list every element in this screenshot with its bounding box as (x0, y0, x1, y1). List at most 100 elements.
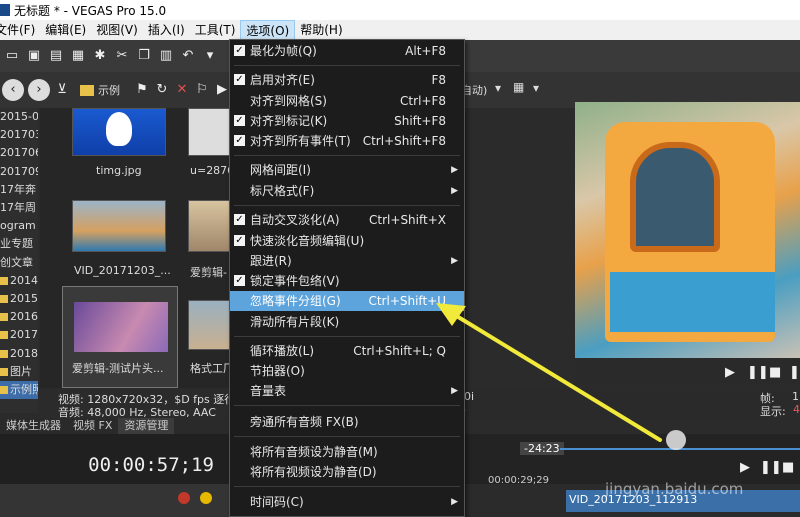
timeline-pause-icon[interactable]: ❚❚ (760, 460, 782, 475)
menu-item-enable-snapping[interactable]: ✓ 启用对齐(E) F8 (230, 70, 464, 90)
undo-dropdown-icon[interactable]: ▾ (202, 48, 218, 64)
dropdown-icon[interactable]: ▾ (495, 81, 501, 95)
menu-view[interactable]: 视图(V) (91, 20, 143, 40)
submenu-arrow-icon: ▶ (451, 497, 458, 507)
back-icon[interactable]: ‹ (2, 79, 24, 101)
window-tabs: 媒体生成器 视频 FX 资源管理 (0, 418, 230, 434)
current-folder-label: 示例 (98, 84, 120, 97)
folder-icon (80, 84, 94, 96)
menu-item-timecode[interactable]: 时间码(C) ▶ (230, 492, 464, 512)
menu-item-ignore-event-grouping[interactable]: 忽略事件分组(G) Ctrl+Shift+U (230, 291, 464, 311)
solo-icon[interactable] (200, 492, 212, 504)
preview-controls: ▶ ❚❚ ■ ❚ (575, 360, 800, 386)
loop-region-marker[interactable]: -24:23 (520, 442, 564, 455)
grid-dropdown-icon[interactable]: ▾ (533, 81, 539, 95)
delete-icon[interactable]: ✕ (174, 82, 190, 98)
settings-icon[interactable]: ✱ (92, 48, 108, 64)
submenu-arrow-icon: ▶ (451, 186, 458, 196)
watermark: jingyan.baidu.com (605, 480, 744, 498)
loop-region-bar[interactable] (560, 448, 800, 450)
menu-edit[interactable]: 编辑(E) (40, 20, 91, 40)
menu-item-bypass-audio-fx[interactable]: 旁通所有音频 FX(B) (230, 412, 464, 432)
tree-item[interactable]: 创文章 (0, 254, 38, 272)
menu-item-snap-to-all-events[interactable]: ✓ 对齐到所有事件(T) Ctrl+Shift+F8 (230, 131, 464, 151)
tree-item[interactable]: 2015-07- (0, 108, 38, 126)
open-icon[interactable]: ▣ (26, 48, 42, 64)
menu-item-mute-all-audio[interactable]: 将所有音频设为静音(M) (230, 442, 464, 462)
pause-icon[interactable]: ❚❚ (747, 365, 769, 380)
menu-item-loop-playback[interactable]: 循环播放(L) Ctrl+Shift+L; Q (230, 341, 464, 361)
menu-file[interactable]: 文件(F) (0, 20, 40, 40)
next-frame-icon[interactable]: ❚ (789, 365, 800, 380)
menu-tools[interactable]: 工具(T) (190, 20, 241, 40)
copy-icon[interactable]: ❐ (136, 48, 152, 64)
title-bar: 无标题 * - VEGAS Pro 15.0 (0, 0, 800, 20)
tree-item[interactable]: 2014 (0, 272, 38, 290)
folder-tree: 2015-07- 2017031 2017060 2017091 17年奔 17… (0, 108, 38, 413)
record-icon[interactable] (178, 492, 190, 504)
timeline-play-icon[interactable]: ▶ (740, 460, 750, 475)
timeline-stop-icon[interactable]: ■ (782, 460, 794, 475)
menu-item-slip-all-takes[interactable]: 滑动所有片段(K) (230, 312, 464, 332)
tab-video-fx[interactable]: 视频 FX (67, 418, 118, 434)
play-preview-icon[interactable]: ▶ (214, 82, 230, 98)
play-icon[interactable]: ▶ (725, 365, 735, 380)
tree-item[interactable]: 17年周 (0, 199, 38, 217)
paste-icon[interactable]: ▥ (158, 48, 174, 64)
window-title: 无标题 * - VEGAS Pro 15.0 (14, 3, 167, 18)
timecode-display: 00:00:57;19 (88, 454, 214, 476)
tab-media-generators[interactable]: 媒体生成器 (0, 418, 67, 434)
stop-icon[interactable]: ■ (769, 365, 781, 380)
tree-item[interactable]: 2016 (0, 308, 38, 326)
submenu-arrow-icon: ▶ (451, 256, 458, 266)
menu-item-quantize-frames[interactable]: ✓ 最化为帧(Q) Alt+F8 (230, 41, 464, 61)
track-header (0, 484, 230, 517)
tree-item[interactable]: 2017031 (0, 126, 38, 144)
menu-bar: 文件(F) 编辑(E) 视图(V) 插入(I) 工具(T) 选项(O) 帮助(H… (0, 20, 800, 40)
tree-item[interactable]: 2017 (0, 326, 38, 344)
menu-item-meters[interactable]: 音量表 ▶ (230, 381, 464, 401)
options-menu: ✓ 最化为帧(Q) Alt+F8 ✓ 启用对齐(E) F8 对齐到网格(S) Ctrl+F… (229, 39, 465, 517)
up-folder-icon[interactable]: ⊻ (54, 82, 70, 98)
menu-item-quick-fade-audio[interactable]: ✓ 快速淡化音频编辑(U) (230, 231, 464, 251)
video-preview (575, 102, 800, 358)
render-icon[interactable]: ▦ (70, 48, 86, 64)
tree-item[interactable]: 2017091 (0, 163, 38, 181)
menu-item-snap-to-grid[interactable]: 对齐到网格(S) Ctrl+F8 (230, 91, 464, 111)
menu-insert[interactable]: 插入(I) (143, 20, 190, 40)
explorer-nav-bar: ‹ › ⊻ 示例 ⚑ ↻ ✕ ⚐ ▶ (0, 72, 230, 108)
timecode-panel: 00:00:57;19 (0, 434, 230, 484)
menu-options[interactable]: 选项(O) (240, 20, 296, 40)
menu-item-grid-spacing[interactable]: 网格间距(I) ▶ (230, 160, 464, 180)
submenu-arrow-icon: ▶ (451, 386, 458, 396)
tree-item[interactable]: 2017060 (0, 144, 38, 162)
favorites-icon[interactable]: ⚑ (134, 82, 150, 98)
tree-item[interactable]: 图片 (0, 363, 38, 381)
menu-help[interactable]: 帮助(H) (295, 20, 347, 40)
tree-item[interactable]: 17年奔 (0, 181, 38, 199)
tree-item[interactable]: ogram (0, 217, 38, 235)
menu-item-auto-crossfade[interactable]: ✓ 自动交叉淡化(A) Ctrl+Shift+X (230, 210, 464, 230)
tree-item[interactable]: 2015 (0, 290, 38, 308)
add-to-project-icon[interactable]: ⚐ (194, 82, 210, 98)
menu-item-snap-to-markers[interactable]: ✓ 对齐到标记(K) Shift+F8 (230, 111, 464, 131)
save-icon[interactable]: ▤ (48, 48, 64, 64)
tree-item[interactable]: 2018 (0, 344, 38, 362)
menu-item-ruler-format[interactable]: 标尺格式(F) ▶ (230, 181, 464, 201)
forward-icon[interactable]: › (28, 79, 50, 101)
grid-icon[interactable]: ▦ (513, 80, 524, 94)
new-file-icon[interactable]: ▭ (4, 48, 20, 64)
menu-item-ripple[interactable]: 跟进(R) ▶ (230, 251, 464, 271)
menu-item-metronome[interactable]: 节拍器(O) (230, 361, 464, 381)
tree-item-selected[interactable]: 示例照 (0, 380, 38, 399)
undo-icon[interactable]: ↶ (180, 48, 196, 64)
refresh-icon[interactable]: ↻ (154, 82, 170, 98)
tab-explorer[interactable]: 资源管理 (118, 418, 175, 434)
cut-icon[interactable]: ✂ (114, 48, 130, 64)
media-thumbnails: timg.jpg u=2876 VID_20171203_... 爱剪辑- 爱剪… (40, 108, 234, 388)
tree-item[interactable]: 业专题 (0, 235, 38, 253)
app-icon (0, 4, 10, 16)
preview-stats: 70i p 帧: 1, 显示: 4 (455, 388, 800, 418)
menu-item-lock-envelopes[interactable]: ✓ 锁定事件包络(V) (230, 271, 464, 291)
menu-item-mute-all-video[interactable]: 将所有视频设为静音(D) (230, 462, 464, 482)
